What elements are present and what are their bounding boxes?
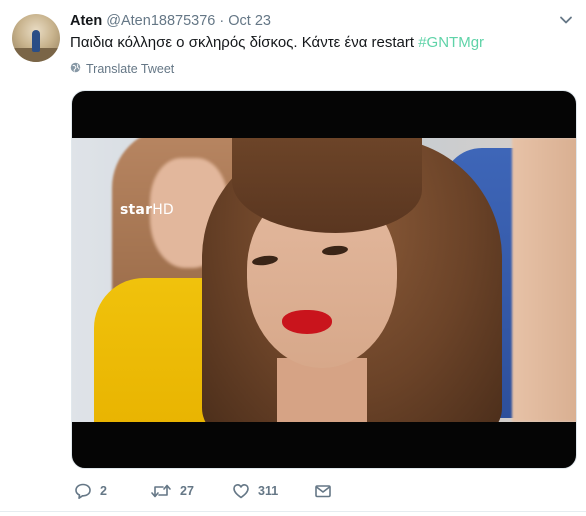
reply-icon — [74, 482, 92, 500]
retweet-button[interactable]: 27 — [150, 482, 194, 500]
like-button[interactable]: 311 — [232, 482, 278, 500]
translate-label: Translate Tweet — [86, 62, 175, 76]
tweet-header: Aten @Aten18875376 · Oct 23 — [70, 11, 550, 31]
heart-icon — [232, 482, 250, 500]
direct-message-button[interactable] — [314, 482, 332, 500]
tweet-date[interactable]: Oct 23 — [228, 13, 271, 29]
tweet-text: Παιδια κόλλησε ο σκληρός δίσκος. Κάντε έ… — [70, 33, 484, 53]
author-name[interactable]: Aten — [70, 13, 102, 29]
red-lips — [282, 310, 332, 334]
avatar-figure — [32, 30, 40, 52]
reply-count: 2 — [100, 484, 107, 498]
retweet-count: 27 — [180, 484, 194, 498]
retweet-icon — [150, 482, 172, 500]
tweet[interactable]: Aten @Aten18875376 · Oct 23 Παιδια κόλλη… — [0, 0, 586, 512]
reply-button[interactable]: 2 — [74, 482, 107, 500]
envelope-icon — [314, 482, 332, 500]
tweet-body: Παιδια κόλλησε ο σκληρός δίσκος. Κάντε έ… — [70, 34, 415, 51]
hashtag-link[interactable]: #GNTMgr — [418, 34, 484, 51]
author-handle[interactable]: @Aten18875376 — [106, 13, 215, 29]
avatar[interactable] — [12, 14, 60, 62]
chevron-down-icon[interactable] — [558, 12, 574, 28]
logo-hd: HD — [152, 202, 174, 218]
like-count: 311 — [258, 484, 279, 498]
separator-dot: · — [219, 13, 225, 29]
media-image: starHD — [72, 138, 576, 422]
tweet-actions: 2 27 311 — [70, 482, 570, 502]
translate-tweet-link[interactable]: Translate Tweet — [70, 62, 174, 76]
globe-icon — [70, 62, 81, 76]
channel-logo: starHD — [120, 202, 174, 218]
logo-main: star — [120, 202, 153, 218]
tweet-media[interactable]: starHD — [71, 90, 577, 469]
background-person-right — [512, 138, 576, 422]
